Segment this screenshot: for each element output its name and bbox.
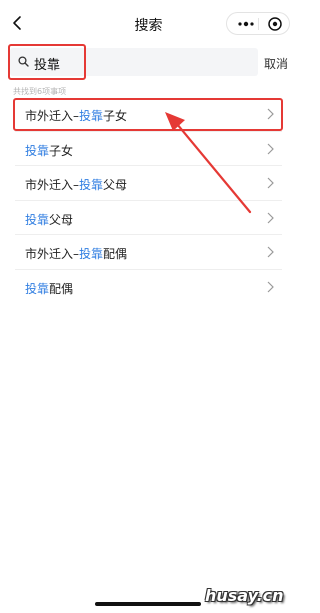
watermark: husay.cn <box>205 586 284 605</box>
home-indicator <box>95 602 201 606</box>
annotation-arrow <box>165 112 252 214</box>
